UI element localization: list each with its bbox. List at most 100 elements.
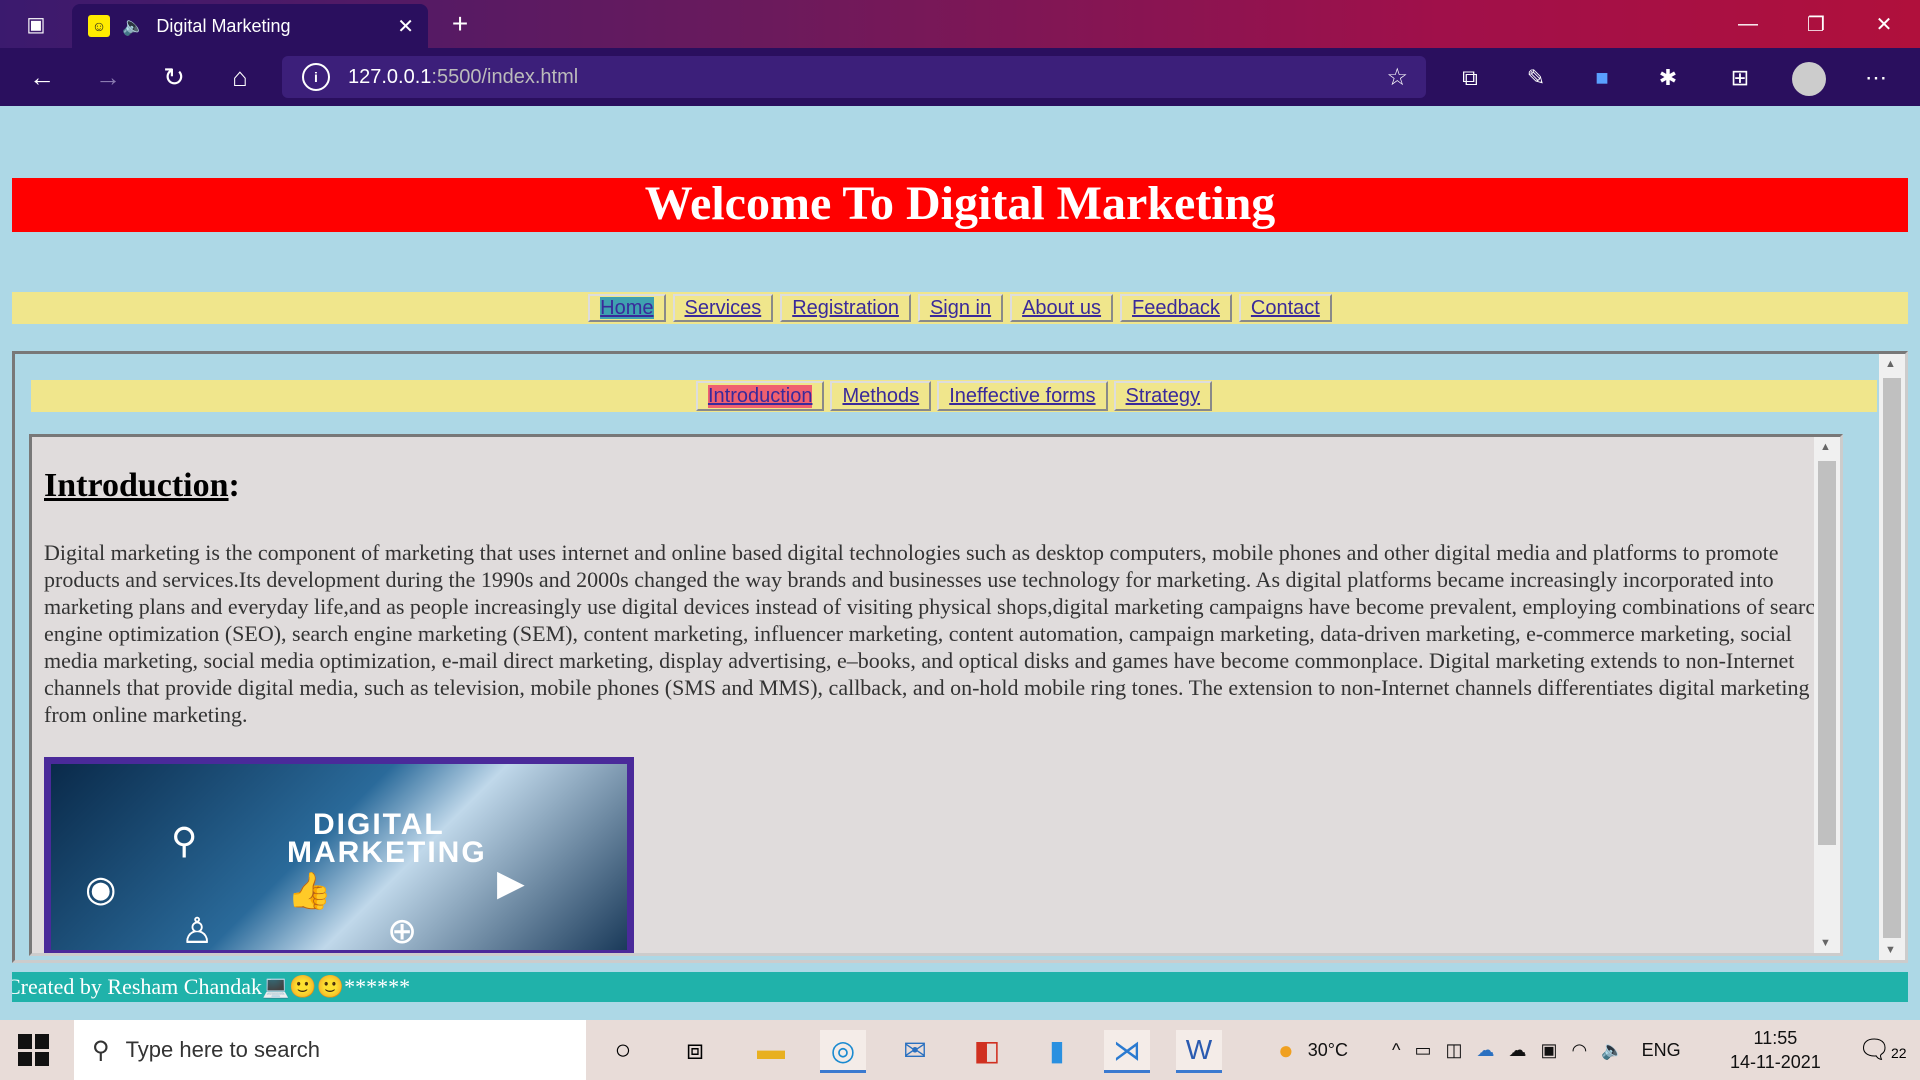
home-icon[interactable]: ⌂ — [220, 58, 260, 96]
scroll-down-icon[interactable]: ▼ — [1820, 937, 1831, 949]
clock[interactable]: 11:55 14-11-2021 — [1730, 1026, 1821, 1074]
puzzle-icon[interactable]: ✱ — [1650, 61, 1686, 95]
language-indicator[interactable]: ENG — [1642, 1040, 1681, 1061]
meet-icon[interactable]: ◫ — [1445, 1040, 1462, 1061]
intro-paragraph: Digital marketing is the component of ma… — [44, 540, 1827, 727]
nav-contact[interactable]: Contact — [1238, 294, 1332, 322]
weather-temp: 30°C — [1307, 1039, 1348, 1060]
search-icon: ⚲ — [92, 1036, 110, 1064]
close-window-icon[interactable]: ✕ — [1850, 0, 1918, 48]
display-icon[interactable]: ▣ — [1540, 1040, 1557, 1061]
thumbs-up-icon: 👍 — [287, 870, 332, 911]
more-menu-icon[interactable]: ⋯ — [1858, 61, 1894, 95]
nav-label: Registration — [792, 297, 899, 319]
scroll-down-icon[interactable]: ▼ — [1885, 944, 1896, 956]
subnav-label: Strategy — [1125, 384, 1201, 407]
file-explorer-icon[interactable]: ▬ — [748, 1030, 794, 1070]
nav-label: Contact — [1250, 297, 1320, 319]
intro-heading: Introduction: — [44, 467, 240, 505]
page-banner: Welcome To Digital Marketing — [12, 178, 1908, 232]
scroll-thumb[interactable] — [1818, 461, 1836, 845]
intro-heading-colon: : — [228, 467, 240, 504]
subnav-introduction[interactable]: Introduction — [695, 381, 825, 411]
volume-icon[interactable]: 🔈 — [1601, 1040, 1623, 1061]
nav-label: Feedback — [1132, 297, 1220, 319]
nav-registration[interactable]: Registration — [780, 294, 911, 322]
video-icon[interactable]: ■ — [1584, 61, 1620, 95]
subnav-strategy[interactable]: Strategy — [1113, 381, 1213, 411]
browser-toolbar: ← → ↻ ⌂ i 127.0.0.1:5500/index.html ☆ ⧉ … — [0, 48, 1920, 106]
back-icon[interactable]: ← — [22, 58, 62, 96]
edge-browser-icon[interactable]: ◎ — [820, 1030, 866, 1073]
task-view-icon[interactable]: ⧈ — [672, 1030, 718, 1070]
wifi-icon[interactable]: ◠ — [1572, 1040, 1588, 1061]
phone-icon[interactable]: ▮ — [1034, 1030, 1080, 1070]
main-nav: Home Services Registration Sign in About… — [12, 292, 1908, 324]
nav-feedback[interactable]: Feedback — [1120, 294, 1232, 322]
digital-marketing-image: DIGITAL MARKETING ⚲ ◉ 👍 ▶ ♙ ⊕ — [44, 757, 634, 953]
scroll-up-icon[interactable]: ▲ — [1820, 441, 1831, 453]
close-tab-icon[interactable]: ✕ — [397, 14, 414, 39]
forward-icon[interactable]: → — [88, 58, 128, 96]
minimize-icon[interactable]: — — [1714, 0, 1782, 48]
taskbar-search[interactable]: ⚲ Type here to search — [74, 1020, 586, 1080]
cortana-icon[interactable]: ○ — [600, 1030, 646, 1070]
speaker-icon[interactable]: 🔈 — [122, 16, 144, 37]
nav-sign-in[interactable]: Sign in — [917, 294, 1004, 322]
profile-avatar[interactable] — [1792, 62, 1826, 96]
clock-date: 14-11-2021 — [1730, 1052, 1821, 1072]
refresh-icon[interactable]: ↻ — [154, 58, 194, 96]
subnav-label: Introduction — [707, 384, 813, 408]
url-path: :5500/index.html — [431, 65, 579, 88]
browser-tab-bar: ▣ ☺ 🔈 Digital Marketing ✕ + — ❐ ✕ — [0, 0, 1920, 48]
taskbar: ⚲ Type here to search ○ ⧈ ▬ ◎ ✉ ◧ ▮ ⋊ W … — [0, 1020, 1920, 1080]
word-icon[interactable]: W — [1176, 1030, 1222, 1073]
extension-icon[interactable]: ⧉ — [1452, 61, 1488, 95]
nav-label: Services — [684, 297, 762, 319]
cloud-error-icon[interactable]: ☁ — [1508, 1040, 1526, 1061]
tray-icons: ^ ▭ ◫ ☁ ☁ ▣ ◠ 🔈 ENG — [1392, 1020, 1681, 1080]
weather-tray[interactable]: ● 30°C — [1278, 1020, 1348, 1080]
nav-home[interactable]: Home — [588, 294, 666, 322]
inner-frame: Introduction: Digital marketing is the c… — [29, 434, 1843, 956]
nav-services[interactable]: Services — [672, 294, 774, 322]
site-info-icon[interactable]: i — [302, 63, 330, 91]
tab-title: Digital Marketing — [156, 15, 291, 36]
clock-time: 11:55 — [1753, 1028, 1798, 1048]
vscode-icon[interactable]: ⋊ — [1104, 1030, 1150, 1073]
outer-scrollbar[interactable]: ▲ ▼ — [1879, 354, 1905, 960]
nav-about-us[interactable]: About us — [1010, 294, 1114, 322]
office-icon[interactable]: ◧ — [964, 1030, 1010, 1070]
url-host: 127.0.0.1 — [348, 65, 432, 88]
notification-center-icon[interactable]: 🗨22 — [1858, 1034, 1907, 1065]
scroll-up-icon[interactable]: ▲ — [1885, 358, 1896, 370]
presenter-icon: ♙ — [181, 910, 214, 951]
page-footer: Created by Resham Chandak💻🙂🙂****** — [12, 972, 1908, 1002]
restore-icon[interactable]: ❐ — [1782, 0, 1850, 48]
notification-count: 22 — [1891, 1045, 1907, 1061]
subnav-label: Ineffective forms — [949, 384, 1096, 407]
network-icon[interactable]: ▭ — [1414, 1040, 1431, 1061]
sub-nav: Introduction Methods Ineffective forms S… — [31, 380, 1877, 412]
globe-icon: ⊕ — [387, 910, 418, 951]
add-favorite-icon[interactable]: ☆ — [1386, 63, 1408, 92]
inner-scrollbar[interactable]: ▲ ▼ — [1814, 437, 1840, 953]
subnav-label: Methods — [842, 384, 920, 407]
subnav-methods[interactable]: Methods — [830, 381, 932, 411]
browser-tab[interactable]: ☺ 🔈 Digital Marketing ✕ — [72, 4, 428, 48]
collections-icon[interactable]: ⊞ — [1722, 61, 1758, 95]
onedrive-icon[interactable]: ☁ — [1476, 1040, 1494, 1061]
address-bar[interactable]: i 127.0.0.1:5500/index.html ☆ — [282, 56, 1426, 98]
tab-actions-icon[interactable]: ▣ — [10, 6, 62, 42]
subnav-ineffective-forms[interactable]: Ineffective forms — [937, 381, 1108, 411]
mail-icon[interactable]: ✉ — [892, 1030, 938, 1070]
intro-heading-text: Introduction — [44, 467, 229, 504]
chevron-up-icon[interactable]: ^ — [1392, 1040, 1400, 1061]
scroll-thumb[interactable] — [1883, 378, 1901, 938]
windows-start-icon[interactable] — [18, 1034, 50, 1066]
play-icon: ▶ — [497, 862, 525, 903]
sun-icon: ● — [1278, 1034, 1294, 1065]
new-tab-icon[interactable]: + — [442, 6, 478, 42]
magnifier-icon: ⚲ — [171, 820, 198, 861]
pen-icon[interactable]: ✎ — [1518, 61, 1554, 95]
